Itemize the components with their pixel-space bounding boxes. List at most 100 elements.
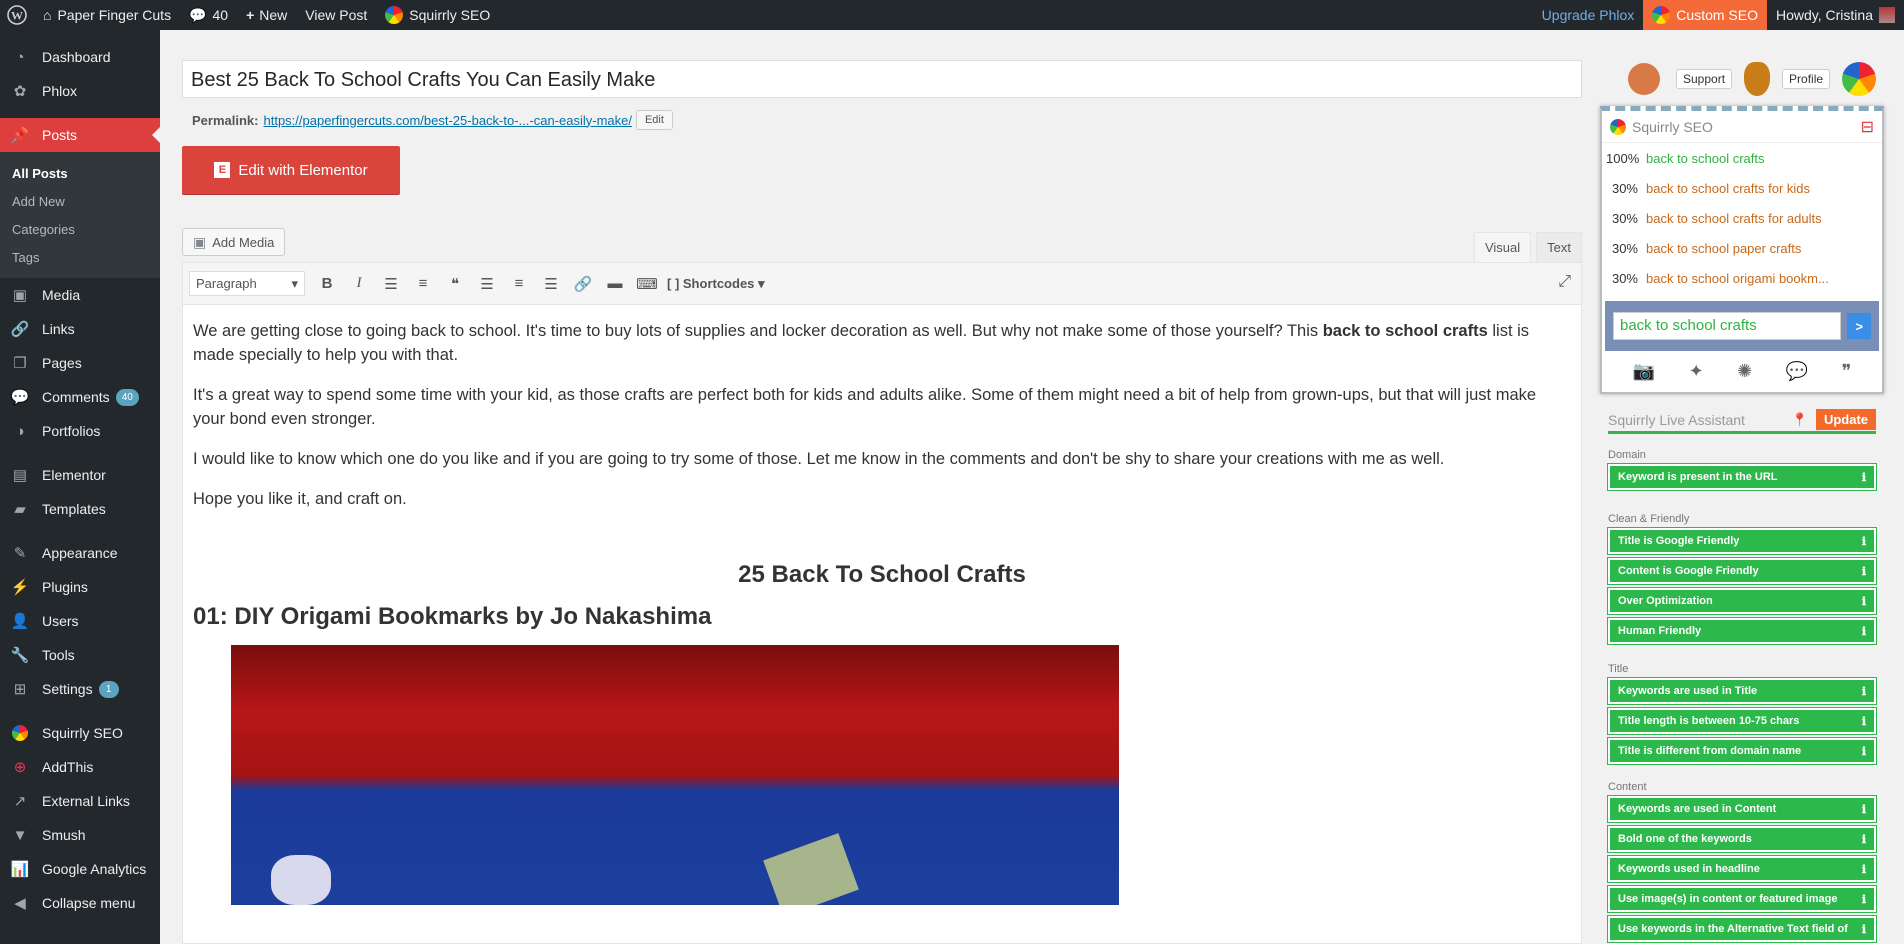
squirrly-adminbar-link[interactable]: Squirrly SEO: [376, 0, 499, 30]
site-name-link[interactable]: ⌂ Paper Finger Cuts: [34, 0, 180, 30]
permalink-url-link[interactable]: https://paperfingercuts.com/best-25-back…: [263, 113, 631, 128]
profile-button[interactable]: Profile: [1782, 69, 1831, 89]
menu-templates[interactable]: ▰ Templates: [0, 492, 160, 526]
align-center-icon[interactable]: ≡: [503, 269, 535, 299]
custom-seo-link[interactable]: Custom SEO: [1643, 0, 1767, 30]
menu-links[interactable]: 🔗 Links: [0, 312, 160, 346]
menu-dashboard[interactable]: ◔ Dashboard: [0, 40, 160, 74]
new-content-link[interactable]: + New: [237, 0, 296, 30]
info-icon[interactable]: ℹ: [1862, 715, 1866, 728]
content-image[interactable]: [231, 645, 1119, 905]
italic-icon[interactable]: I: [343, 269, 375, 299]
keyword-row[interactable]: 30% back to school origami bookm...: [1602, 263, 1882, 293]
info-icon[interactable]: ℹ: [1862, 893, 1866, 906]
info-icon[interactable]: ℹ: [1862, 685, 1866, 698]
info-icon[interactable]: ℹ: [1862, 863, 1866, 876]
info-icon[interactable]: ℹ: [1862, 535, 1866, 548]
menu-users[interactable]: 👤 Users: [0, 604, 160, 638]
edit-with-elementor-button[interactable]: E Edit with Elementor: [182, 146, 400, 194]
menu-portfolios[interactable]: ◑ Portfolios: [0, 414, 160, 448]
assistant-check-item[interactable]: Over Optimization ℹ: [1607, 587, 1877, 615]
info-icon[interactable]: ℹ: [1862, 803, 1866, 816]
menu-addthis[interactable]: ⊕ AddThis: [0, 750, 160, 784]
bold-icon[interactable]: B: [311, 269, 343, 299]
post-content[interactable]: We are getting close to going back to sc…: [183, 305, 1581, 919]
toolbar-toggle-icon[interactable]: ⌨: [631, 269, 663, 299]
permalink-edit-button[interactable]: Edit: [635, 110, 673, 130]
numbered-list-icon[interactable]: ≡: [407, 269, 439, 299]
close-icon[interactable]: ⊟: [1861, 117, 1874, 137]
support-button[interactable]: Support: [1676, 69, 1733, 89]
upgrade-phlox-link[interactable]: Upgrade Phlox: [1533, 0, 1644, 30]
info-icon[interactable]: ℹ: [1862, 833, 1866, 846]
keyword-input[interactable]: back to school crafts: [1613, 312, 1842, 340]
read-more-icon[interactable]: ▬: [599, 269, 631, 299]
assistant-check-item[interactable]: Keyword is present in the URL ℹ: [1607, 463, 1877, 491]
add-media-button[interactable]: ▣ Add Media: [182, 228, 286, 256]
assistant-check-item[interactable]: Title length is between 10-75 chars ℹ: [1607, 707, 1877, 735]
shortcodes-dropdown[interactable]: [ ] Shortcodes ▾: [667, 276, 765, 292]
menu-elementor[interactable]: ▤ Elementor: [0, 458, 160, 492]
menu-plugins[interactable]: ⚡ Plugins: [0, 570, 160, 604]
keyword-row[interactable]: 30% back to school crafts for adults: [1602, 203, 1882, 233]
submenu-tags[interactable]: Tags: [0, 243, 160, 271]
menu-media[interactable]: ▣ Media: [0, 278, 160, 312]
squirrel-icon[interactable]: ✦: [1689, 361, 1704, 382]
pin-icon[interactable]: 📍: [1792, 412, 1808, 428]
insert-link-icon[interactable]: 🔗: [567, 269, 599, 299]
assistant-check-item[interactable]: Keywords are used in Content ℹ: [1607, 795, 1877, 823]
keyword-go-button[interactable]: >: [1847, 313, 1871, 339]
submenu-all-posts[interactable]: All Posts: [0, 159, 160, 187]
info-icon[interactable]: ℹ: [1862, 565, 1866, 578]
tab-visual[interactable]: Visual: [1473, 232, 1532, 262]
menu-collapse[interactable]: ◀ Collapse menu: [0, 886, 160, 920]
menu-external-links[interactable]: ↗ External Links: [0, 784, 160, 818]
chat-icon[interactable]: 💬: [1786, 361, 1808, 382]
update-button[interactable]: Update: [1815, 409, 1876, 430]
info-icon[interactable]: ℹ: [1862, 595, 1866, 608]
align-left-icon[interactable]: ☰: [471, 269, 503, 299]
user-account-menu[interactable]: Howdy, Cristina: [1767, 0, 1904, 30]
blog-icon[interactable]: ✺: [1737, 361, 1752, 382]
info-icon[interactable]: ℹ: [1862, 625, 1866, 638]
wordpress-logo-icon[interactable]: W: [0, 0, 34, 30]
assistant-check-item[interactable]: Keywords used in headline ℹ: [1607, 855, 1877, 883]
camera-icon[interactable]: 📷: [1633, 361, 1655, 382]
assistant-check-item[interactable]: Human Friendly ℹ: [1607, 617, 1877, 645]
menu-comments[interactable]: 💬 Comments 40: [0, 380, 160, 414]
format-select[interactable]: Paragraph ▾: [189, 271, 305, 296]
info-icon[interactable]: ℹ: [1862, 923, 1866, 936]
assistant-check-item[interactable]: Title is Google Friendly ℹ: [1607, 527, 1877, 555]
menu-google-analytics[interactable]: 📊 Google Analytics: [0, 852, 160, 886]
view-post-link[interactable]: View Post: [296, 0, 376, 30]
menu-pages[interactable]: ❐ Pages: [0, 346, 160, 380]
info-icon[interactable]: ℹ: [1862, 471, 1866, 484]
menu-tools[interactable]: 🔧 Tools: [0, 638, 160, 672]
keyword-row[interactable]: 30% back to school paper crafts: [1602, 233, 1882, 263]
comments-link[interactable]: 💬 40: [180, 0, 237, 30]
keyword-row[interactable]: 100% back to school crafts: [1602, 143, 1882, 173]
menu-phlox[interactable]: ✿ Phlox: [0, 74, 160, 108]
assistant-check-item[interactable]: Bold one of the keywords ℹ: [1607, 825, 1877, 853]
bullet-list-icon[interactable]: ☰: [375, 269, 407, 299]
menu-squirrly-seo[interactable]: Squirrly SEO: [0, 716, 160, 750]
assistant-check-item[interactable]: Title is different from domain name ℹ: [1607, 737, 1877, 765]
menu-settings[interactable]: ⊞ Settings 1: [0, 672, 160, 706]
menu-posts[interactable]: 📌 Posts: [0, 118, 160, 152]
info-icon[interactable]: ℹ: [1862, 745, 1866, 758]
quote-icon[interactable]: ❞: [1842, 361, 1852, 382]
keyword-row[interactable]: 30% back to school crafts for kids: [1602, 173, 1882, 203]
tab-text[interactable]: Text: [1536, 232, 1582, 262]
menu-smush[interactable]: ▼ Smush: [0, 818, 160, 852]
blockquote-icon[interactable]: ❝: [439, 269, 471, 299]
assistant-check-item[interactable]: Keywords are used in Title ℹ: [1607, 677, 1877, 705]
assistant-check-item[interactable]: Use keywords in the Alternative Text fie…: [1607, 915, 1877, 943]
align-right-icon[interactable]: ☰: [535, 269, 567, 299]
fullscreen-icon[interactable]: ⤢: [1558, 273, 1571, 291]
submenu-add-new[interactable]: Add New: [0, 187, 160, 215]
menu-appearance[interactable]: ✎ Appearance: [0, 536, 160, 570]
submenu-categories[interactable]: Categories: [0, 215, 160, 243]
post-title-input[interactable]: Best 25 Back To School Crafts You Can Ea…: [182, 60, 1582, 98]
assistant-check-item[interactable]: Use image(s) in content or featured imag…: [1607, 885, 1877, 913]
assistant-check-item[interactable]: Content is Google Friendly ℹ: [1607, 557, 1877, 585]
